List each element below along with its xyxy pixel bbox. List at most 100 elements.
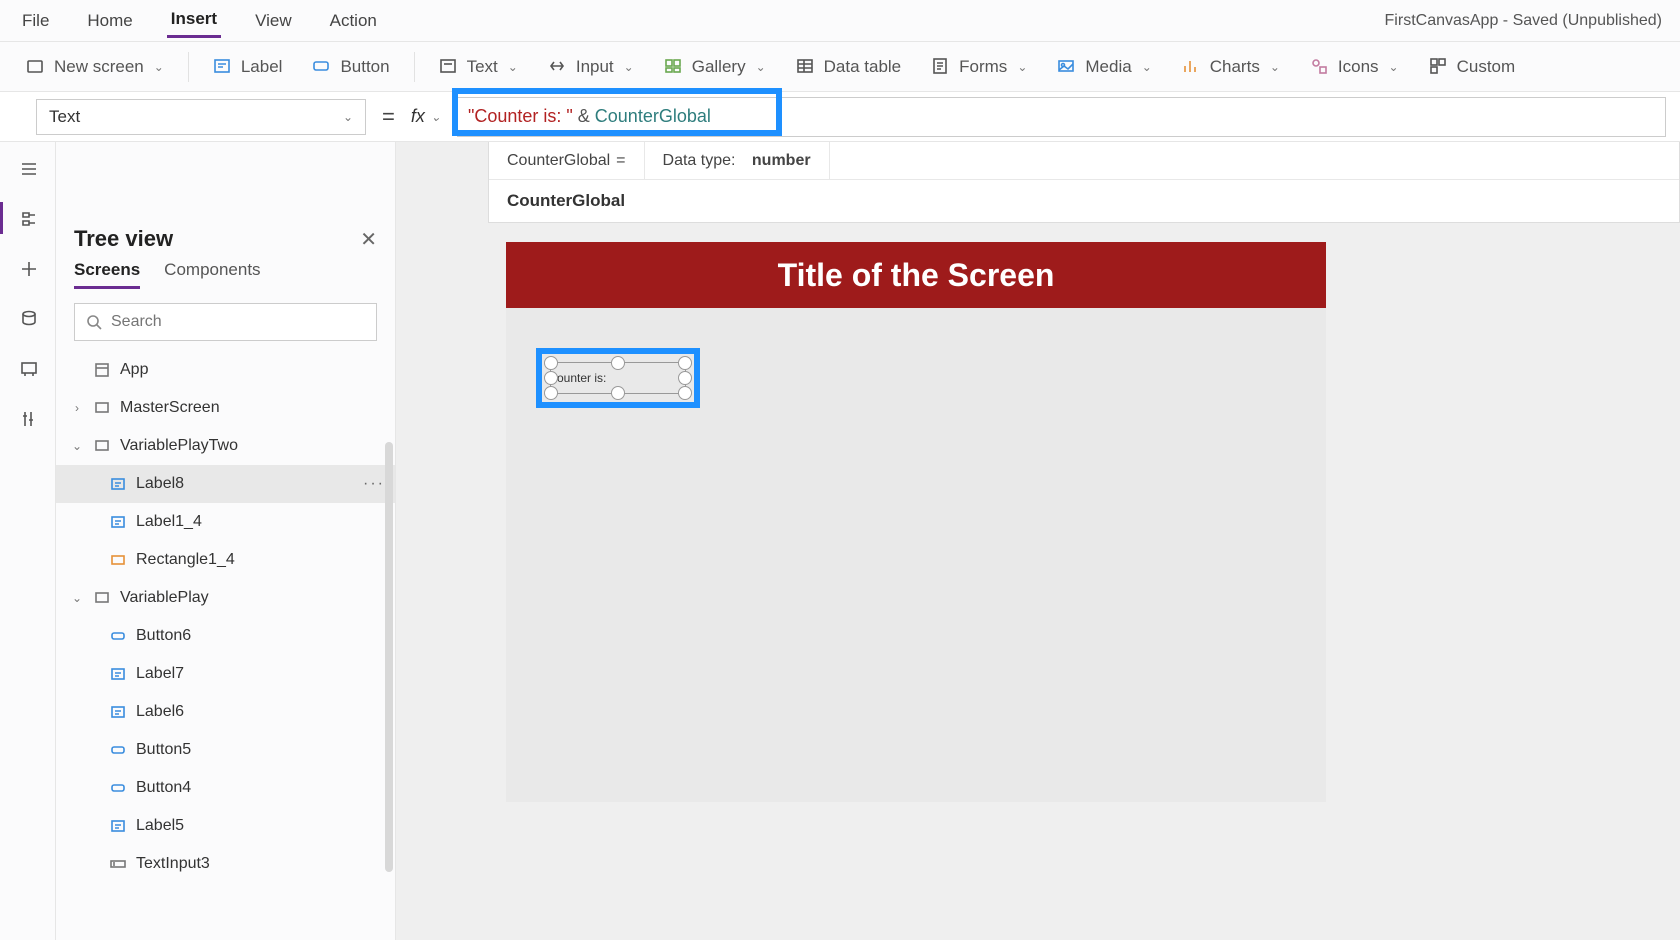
tree-node-label: Rectangle1_4 xyxy=(136,551,235,569)
tab-screens[interactable]: Screens xyxy=(74,260,140,289)
button-button[interactable]: Button xyxy=(300,51,401,83)
tab-components[interactable]: Components xyxy=(164,260,260,289)
app-title: FirstCanvasApp - Saved (Unpublished) xyxy=(1385,12,1662,30)
tree-node-label8[interactable]: Label8··· xyxy=(56,465,395,503)
screen-icon xyxy=(92,588,112,608)
property-select[interactable]: Text ⌄ xyxy=(36,99,366,135)
canvas-area[interactable]: Title of the Screen ounter is: xyxy=(396,142,1680,940)
tree-node-masterscreen[interactable]: ›MasterScreen xyxy=(56,389,395,427)
resize-handle[interactable] xyxy=(678,386,692,400)
tree-node-button4[interactable]: Button4 xyxy=(56,769,395,807)
menu-file[interactable]: File xyxy=(18,5,53,37)
gallery-button[interactable]: Gallery⌄ xyxy=(652,51,778,83)
data-table-icon xyxy=(796,57,816,77)
tree-title: Tree view xyxy=(74,226,173,252)
intellisense-type: Data type: number xyxy=(645,142,830,179)
media-button[interactable]: Media⌄ xyxy=(1045,51,1163,83)
close-icon[interactable]: ✕ xyxy=(360,227,377,252)
menu-view[interactable]: View xyxy=(251,5,296,37)
tree-node-label: App xyxy=(120,361,148,379)
tree-node-label1_4[interactable]: Label1_4 xyxy=(56,503,395,541)
tree-view-icon[interactable] xyxy=(16,206,40,230)
rect-icon xyxy=(108,550,128,570)
tree-node-label: TextInput3 xyxy=(136,855,210,873)
charts-button[interactable]: Charts ⌄ xyxy=(1170,51,1292,83)
selected-control-highlight[interactable]: ounter is: xyxy=(536,348,700,408)
intellisense-var: CounterGlobal = xyxy=(489,142,645,179)
resize-handle[interactable] xyxy=(611,356,625,370)
tree-node-label: Label6 xyxy=(136,703,184,721)
tree-node-app[interactable]: App xyxy=(56,351,395,389)
hamburger-icon[interactable] xyxy=(16,156,40,180)
menu-home[interactable]: Home xyxy=(83,5,136,37)
label-button[interactable]: Label xyxy=(201,51,295,83)
label-icon xyxy=(108,664,128,684)
tree-panel: Tree view ✕ Screens Components App ›Maste… xyxy=(56,142,396,940)
tree-node-rectangle1_4[interactable]: Rectangle1_4 xyxy=(56,541,395,579)
menu-insert[interactable]: Insert xyxy=(167,3,221,38)
forms-icon xyxy=(931,57,951,77)
chevron-down-icon: ⌄ xyxy=(343,110,353,124)
label-icon xyxy=(213,57,233,77)
tree-node-label: Label1_4 xyxy=(136,513,202,531)
insert-icon[interactable] xyxy=(16,256,40,280)
media-rail-icon[interactable] xyxy=(16,356,40,380)
icons-label: Icons xyxy=(1338,57,1379,77)
text-label: Text xyxy=(467,57,498,77)
screen-icon xyxy=(92,436,112,456)
new-screen-button[interactable]: New screen⌄ xyxy=(14,51,176,83)
tree-node-button6[interactable]: Button6 xyxy=(56,617,395,655)
text-button[interactable]: Text⌄ xyxy=(427,51,530,83)
tree-search-input[interactable] xyxy=(111,313,366,331)
fx-button[interactable]: fx⌄ xyxy=(411,106,441,127)
menu-action[interactable]: Action xyxy=(326,5,381,37)
tree-node-variableplaytwo[interactable]: ⌄VariablePlayTwo xyxy=(56,427,395,465)
custom-button[interactable]: Custom xyxy=(1417,51,1528,83)
tree-node-textinput3[interactable]: TextInput3 xyxy=(56,845,395,883)
tree-node-label: Button5 xyxy=(136,741,191,759)
media-label: Media xyxy=(1085,57,1131,77)
button-label: Button xyxy=(340,57,389,77)
chevron-down-icon: ⌄ xyxy=(1270,60,1280,74)
resize-handle[interactable] xyxy=(544,356,558,370)
icons-button[interactable]: Icons⌄ xyxy=(1298,51,1411,83)
data-icon[interactable] xyxy=(16,306,40,330)
tree-node-label5[interactable]: Label5 xyxy=(56,807,395,845)
label-icon xyxy=(108,474,128,494)
advanced-tools-icon[interactable] xyxy=(16,406,40,430)
formula-input[interactable]: "Counter is: " & CounterGlobal xyxy=(457,97,1666,137)
button-icon xyxy=(108,626,128,646)
resize-handle[interactable] xyxy=(611,386,625,400)
search-icon xyxy=(85,313,103,331)
data-table-button[interactable]: Data table xyxy=(784,51,914,83)
resize-handle[interactable] xyxy=(678,371,692,385)
screen-stage[interactable]: Title of the Screen ounter is: xyxy=(506,242,1326,802)
chevron-down-icon: ⌄ xyxy=(756,60,766,74)
tree-node-label6[interactable]: Label6 xyxy=(56,693,395,731)
resize-handle[interactable] xyxy=(678,356,692,370)
resize-handle[interactable] xyxy=(544,371,558,385)
resize-handle[interactable] xyxy=(544,386,558,400)
intellisense-suggestion[interactable]: CounterGlobal xyxy=(489,180,1679,222)
expand-icon[interactable]: ⌄ xyxy=(70,439,84,453)
expand-icon[interactable]: › xyxy=(70,401,84,415)
charts-label: Charts xyxy=(1210,57,1260,77)
tree-tabs: Screens Components xyxy=(56,260,395,299)
input-label: Input xyxy=(576,57,614,77)
forms-button[interactable]: Forms⌄ xyxy=(919,51,1039,83)
text-icon xyxy=(439,57,459,77)
expand-icon[interactable]: ⌄ xyxy=(70,591,84,605)
tree-search[interactable] xyxy=(74,303,377,341)
tree-node-label: Button4 xyxy=(136,779,191,797)
input-icon xyxy=(548,57,568,77)
formula-bar: Text ⌄ = fx⌄ "Counter is: " & CounterGlo… xyxy=(0,92,1680,142)
scrollbar[interactable] xyxy=(385,442,393,872)
label-label: Label xyxy=(241,57,283,77)
separator xyxy=(414,52,415,82)
more-icon[interactable]: ··· xyxy=(363,475,385,493)
tree-node-variableplay[interactable]: ⌄VariablePlay xyxy=(56,579,395,617)
tree-node-label7[interactable]: Label7 xyxy=(56,655,395,693)
textinput-icon xyxy=(108,854,128,874)
input-button[interactable]: Input⌄ xyxy=(536,51,646,83)
tree-node-button5[interactable]: Button5 xyxy=(56,731,395,769)
